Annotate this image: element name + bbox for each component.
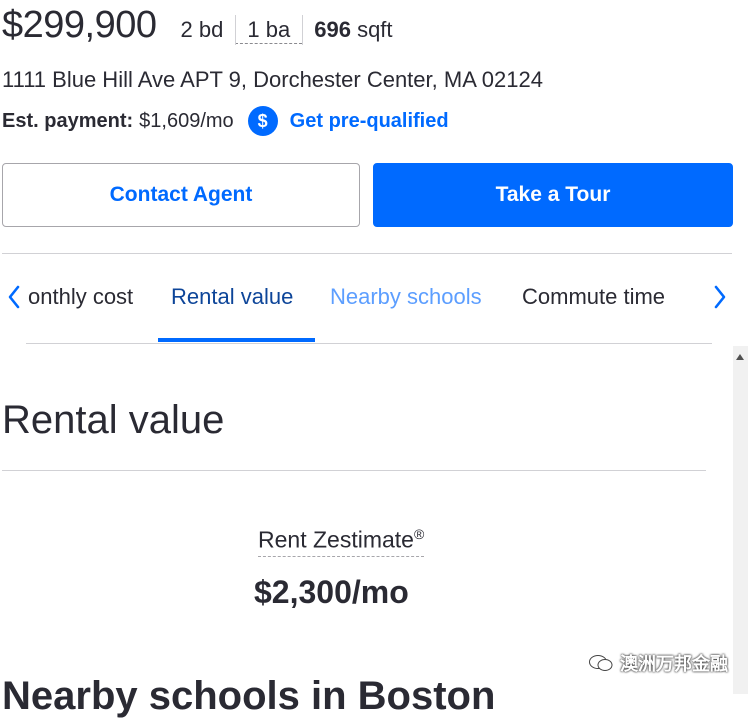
beds-fact: 2 bd [181, 17, 236, 43]
prequalified-link[interactable]: Get pre-qualified [290, 110, 449, 133]
tab-commute-time[interactable]: Commute time [522, 284, 665, 310]
scroll-up-icon[interactable] [736, 354, 744, 360]
chevron-left-icon[interactable] [2, 282, 26, 312]
payment-value: $1,609/mo [139, 109, 234, 132]
tab-nearby-schools[interactable]: Nearby schools [330, 284, 482, 310]
section-tabs: onthly cost Rental value Nearby schools … [0, 270, 748, 344]
sqft-count: 696 [314, 17, 351, 42]
payment-label: Est. payment: [2, 109, 134, 132]
sqft-fact: 696 sqft [302, 15, 404, 45]
rent-zestimate-text: Rent Zestimate [258, 526, 414, 553]
baths-count: 1 [247, 17, 260, 42]
wechat-icon [588, 654, 614, 672]
price-row: $299,900 2 bd 1 ba 696 sqft [2, 4, 405, 56]
nearby-schools-heading: Nearby schools in Boston [2, 674, 496, 718]
contact-agent-button[interactable]: Contact Agent [2, 163, 360, 227]
divider [2, 253, 732, 254]
watermark: 澳洲万邦金融 [588, 650, 728, 676]
section-divider [2, 470, 706, 471]
scrollbar[interactable] [733, 346, 748, 694]
baths-unit: ba [265, 17, 291, 42]
tab-rental-value[interactable]: Rental value [171, 284, 293, 310]
home-facts: 2 bd 1 ba 696 sqft [181, 15, 405, 45]
beds-count: 2 [180, 17, 193, 42]
rent-zestimate-value: $2,300/mo [254, 574, 409, 610]
baths-fact[interactable]: 1 ba [235, 15, 303, 45]
take-a-tour-button[interactable]: Take a Tour [373, 163, 733, 227]
beds-unit: bd [198, 17, 224, 42]
rent-zestimate-label[interactable]: Rent Zestimate® [258, 526, 425, 557]
sqft-unit: sqft [357, 17, 393, 42]
registered-mark: ® [413, 526, 425, 542]
dollar-icon[interactable]: $ [247, 106, 278, 136]
watermark-text: 澳洲万邦金融 [620, 654, 728, 674]
chevron-right-icon[interactable] [708, 282, 732, 312]
tabs-divider [26, 343, 712, 344]
listing-address: 1111 Blue Hill Ave APT 9, Dorchester Cen… [2, 67, 543, 92]
tab-monthly-cost[interactable]: onthly cost [28, 284, 133, 310]
payment-row: Est. payment: $1,609/mo $ Get pre-qualif… [2, 106, 449, 136]
rental-value-heading: Rental value [2, 398, 225, 442]
active-tab-indicator [158, 338, 315, 342]
listing-price: $299,900 [2, 4, 157, 46]
